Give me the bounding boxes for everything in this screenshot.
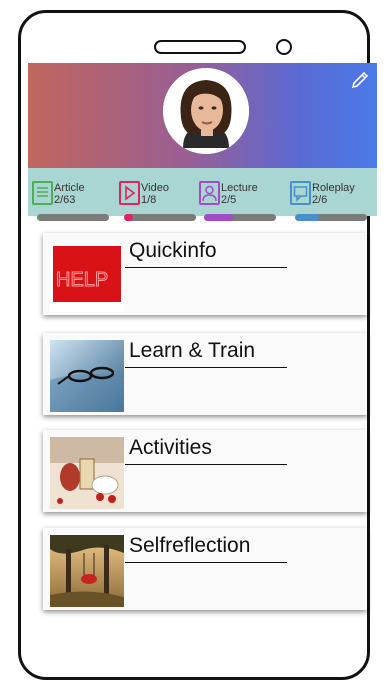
card-divider (125, 562, 287, 563)
card-divider (125, 464, 287, 465)
stat-video-text: Video 1/8 (141, 182, 169, 206)
card-title-learn-train: Learn & Train (129, 339, 256, 362)
selfreflection-thumbnail (50, 535, 124, 607)
stat-article-progress-bar (37, 214, 109, 221)
phone-camera (276, 39, 292, 55)
stat-video-label: Video (141, 182, 169, 194)
card-activities[interactable]: Activities (43, 430, 367, 512)
stat-article-count: 2/63 (54, 194, 76, 206)
stat-roleplay-label: Roleplay (312, 182, 355, 194)
card-learn-train[interactable]: Learn & Train (43, 333, 367, 415)
edit-profile-button[interactable] (349, 69, 371, 91)
stat-roleplay-count: 2/6 (312, 194, 328, 206)
card-divider (125, 367, 287, 368)
article-icon (32, 181, 53, 205)
roleplay-icon (290, 181, 311, 205)
stat-video-progress-fill (124, 214, 133, 221)
learn-train-thumbnail (50, 340, 124, 412)
stat-lecture-count: 2/5 (221, 194, 237, 206)
person-icon (199, 181, 220, 205)
help-thumb-text: HELP (56, 269, 108, 291)
quickinfo-thumbnail: HELP (50, 240, 124, 312)
stat-video-count: 1/8 (141, 194, 157, 206)
stat-lecture-text: Lecture 2/5 (221, 182, 258, 206)
stat-article-label: Article (54, 182, 85, 194)
stat-roleplay-text: Roleplay 2/6 (312, 182, 355, 206)
stat-article-progress-fill (37, 214, 40, 221)
stat-lecture-progress-fill (204, 214, 233, 221)
pencil-icon (351, 71, 369, 89)
stat-article-text: Article 2/63 (54, 182, 85, 206)
progress-stats: Article 2/63 Video 1/8 Lecture 2/5 Rolep… (28, 168, 377, 221)
avatar[interactable] (163, 68, 249, 154)
card-title-quickinfo: Quickinfo (129, 239, 217, 262)
stat-lecture-label: Lecture (221, 182, 258, 194)
card-selfreflection[interactable]: Selfreflection (43, 528, 367, 610)
stat-roleplay-progress-fill (295, 214, 319, 221)
card-title-activities: Activities (129, 436, 212, 459)
profile-header (28, 63, 377, 168)
activities-thumbnail (50, 437, 124, 509)
stat-video-progress-bar (124, 214, 196, 221)
card-divider (125, 267, 287, 268)
video-play-icon (119, 181, 140, 205)
phone-frame: Article 2/63 Video 1/8 Lecture 2/5 Rolep… (18, 10, 377, 680)
card-title-selfreflection: Selfreflection (129, 534, 251, 557)
card-quickinfo[interactable]: HELP Quickinfo (43, 233, 367, 315)
stat-lecture-progress-bar (204, 214, 276, 221)
phone-speaker (154, 40, 246, 54)
stat-roleplay-progress-bar (295, 214, 367, 221)
